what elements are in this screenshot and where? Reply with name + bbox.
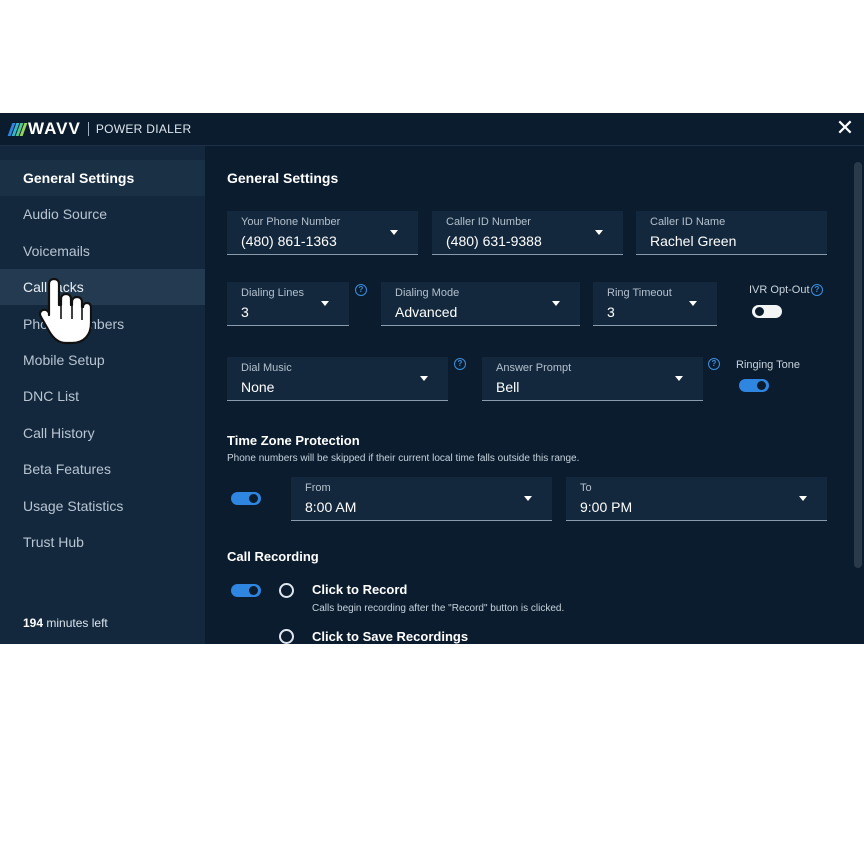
sidebar-item-callbacks[interactable]: Callbacks bbox=[0, 269, 205, 305]
minutes-suffix: minutes left bbox=[46, 616, 108, 630]
ivr-opt-out-help-icon[interactable]: ? bbox=[811, 284, 823, 296]
time-zone-description: Phone numbers will be skipped if their c… bbox=[227, 453, 580, 464]
caller-id-name-label: Caller ID Name bbox=[650, 216, 726, 228]
logo-divider bbox=[87, 122, 89, 136]
caller-id-number-select[interactable]: Caller ID Number (480) 631-9388 bbox=[432, 211, 623, 255]
chevron-down-icon bbox=[595, 230, 603, 235]
settings-panel: General Settings Your Phone Number (480)… bbox=[205, 146, 864, 644]
call-recording-heading: Call Recording bbox=[227, 549, 319, 564]
dialing-lines-select[interactable]: Dialing Lines 3 bbox=[227, 282, 349, 326]
answer-prompt-help-icon[interactable]: ? bbox=[708, 358, 720, 370]
click-to-record-description: Calls begin recording after the "Record"… bbox=[312, 603, 565, 614]
toggle-knob bbox=[755, 307, 764, 316]
chevron-down-icon bbox=[799, 496, 807, 501]
ivr-opt-out-toggle[interactable] bbox=[752, 305, 782, 318]
product-name: POWER DIALER bbox=[95, 122, 192, 136]
caller-id-number-value: (480) 631-9388 bbox=[446, 233, 542, 249]
ring-timeout-label: Ring Timeout bbox=[607, 287, 672, 299]
sidebar-item-usage-statistics[interactable]: Usage Statistics bbox=[0, 488, 205, 524]
sidebar-item-dnc-list[interactable]: DNC List bbox=[0, 378, 205, 414]
dialing-mode-value: Advanced bbox=[395, 304, 458, 320]
title-bar: WAVV POWER DIALER ✕ bbox=[0, 113, 864, 146]
dialing-mode-select[interactable]: Dialing Mode Advanced bbox=[381, 282, 580, 326]
sidebar-item-call-history[interactable]: Call History bbox=[0, 415, 205, 451]
click-to-record-label: Click to Record bbox=[312, 582, 408, 597]
ring-timeout-select[interactable]: Ring Timeout 3 bbox=[593, 282, 717, 326]
general-settings-heading: General Settings bbox=[227, 170, 339, 186]
sidebar-item-phone-numbers[interactable]: Phone Numbers bbox=[0, 306, 205, 342]
sidebar-item-mobile-setup[interactable]: Mobile Setup bbox=[0, 342, 205, 378]
answer-prompt-label: Answer Prompt bbox=[496, 362, 572, 374]
chevron-down-icon bbox=[552, 301, 560, 306]
power-dialer-window: WAVV POWER DIALER ✕ General Settings Aud… bbox=[0, 113, 864, 644]
sidebar-item-trust-hub[interactable]: Trust Hub bbox=[0, 524, 205, 560]
scrollbar[interactable] bbox=[854, 162, 862, 568]
time-to-label: To bbox=[580, 482, 592, 494]
click-to-save-recordings-label: Click to Save Recordings bbox=[312, 629, 469, 644]
wavv-logo: WAVV POWER DIALER bbox=[7, 119, 192, 139]
answer-prompt-select[interactable]: Answer Prompt Bell bbox=[482, 357, 703, 401]
chevron-down-icon bbox=[390, 230, 398, 235]
chevron-down-icon bbox=[689, 301, 697, 306]
click-to-save-recordings-radio[interactable] bbox=[279, 629, 294, 644]
dial-music-help-icon[interactable]: ? bbox=[454, 358, 466, 370]
time-from-label: From bbox=[305, 482, 331, 494]
toggle-knob bbox=[757, 381, 766, 390]
sidebar-item-voicemails[interactable]: Voicemails bbox=[0, 233, 205, 269]
chevron-down-icon bbox=[675, 376, 683, 381]
minutes-count: 194 bbox=[23, 616, 44, 630]
time-to-value: 9:00 PM bbox=[580, 499, 633, 515]
your-phone-number-label: Your Phone Number bbox=[241, 216, 341, 228]
caller-id-name-value: Rachel Green bbox=[650, 233, 737, 249]
logo-text: WAVV bbox=[28, 119, 81, 138]
toggle-knob bbox=[249, 586, 258, 595]
dial-music-value: None bbox=[241, 379, 275, 395]
caller-id-number-label: Caller ID Number bbox=[446, 216, 531, 228]
ivr-opt-out-label: IVR Opt-Out bbox=[749, 284, 810, 296]
sidebar-item-audio-source[interactable]: Audio Source bbox=[0, 196, 205, 232]
dialing-lines-help-icon[interactable]: ? bbox=[355, 284, 367, 296]
dialing-lines-value: 3 bbox=[241, 304, 249, 320]
chevron-down-icon bbox=[420, 376, 428, 381]
close-icon[interactable]: ✕ bbox=[834, 117, 856, 139]
dial-music-select[interactable]: Dial Music None bbox=[227, 357, 448, 401]
ring-timeout-value: 3 bbox=[607, 304, 615, 320]
call-recording-toggle[interactable] bbox=[231, 584, 261, 597]
time-zone-toggle[interactable] bbox=[231, 492, 261, 505]
minutes-left: 194 minutes left bbox=[23, 616, 108, 630]
chevron-down-icon bbox=[321, 301, 329, 306]
time-from-select[interactable]: From 8:00 AM bbox=[291, 477, 552, 521]
dialing-mode-label: Dialing Mode bbox=[395, 287, 460, 299]
your-phone-number-select[interactable]: Your Phone Number (480) 861-1363 bbox=[227, 211, 418, 255]
your-phone-number-value: (480) 861-1363 bbox=[241, 233, 337, 249]
time-to-select[interactable]: To 9:00 PM bbox=[566, 477, 827, 521]
time-from-value: 8:00 AM bbox=[305, 499, 357, 515]
click-to-record-radio[interactable] bbox=[279, 583, 294, 598]
logo-stripes-icon bbox=[7, 122, 28, 136]
ringing-tone-label: Ringing Tone bbox=[736, 359, 801, 371]
caller-id-name-field[interactable]: Caller ID Name Rachel Green bbox=[636, 211, 827, 255]
dial-music-label: Dial Music bbox=[241, 362, 292, 374]
sidebar-item-general-settings[interactable]: General Settings bbox=[0, 160, 205, 196]
dialing-lines-label: Dialing Lines bbox=[241, 287, 304, 299]
answer-prompt-value: Bell bbox=[496, 379, 520, 395]
time-zone-heading: Time Zone Protection bbox=[227, 433, 360, 448]
ringing-tone-toggle[interactable] bbox=[739, 379, 769, 392]
toggle-knob bbox=[249, 494, 258, 503]
sidebar: General Settings Audio Source Voicemails… bbox=[0, 146, 205, 644]
sidebar-item-beta-features[interactable]: Beta Features bbox=[0, 451, 205, 487]
chevron-down-icon bbox=[524, 496, 532, 501]
